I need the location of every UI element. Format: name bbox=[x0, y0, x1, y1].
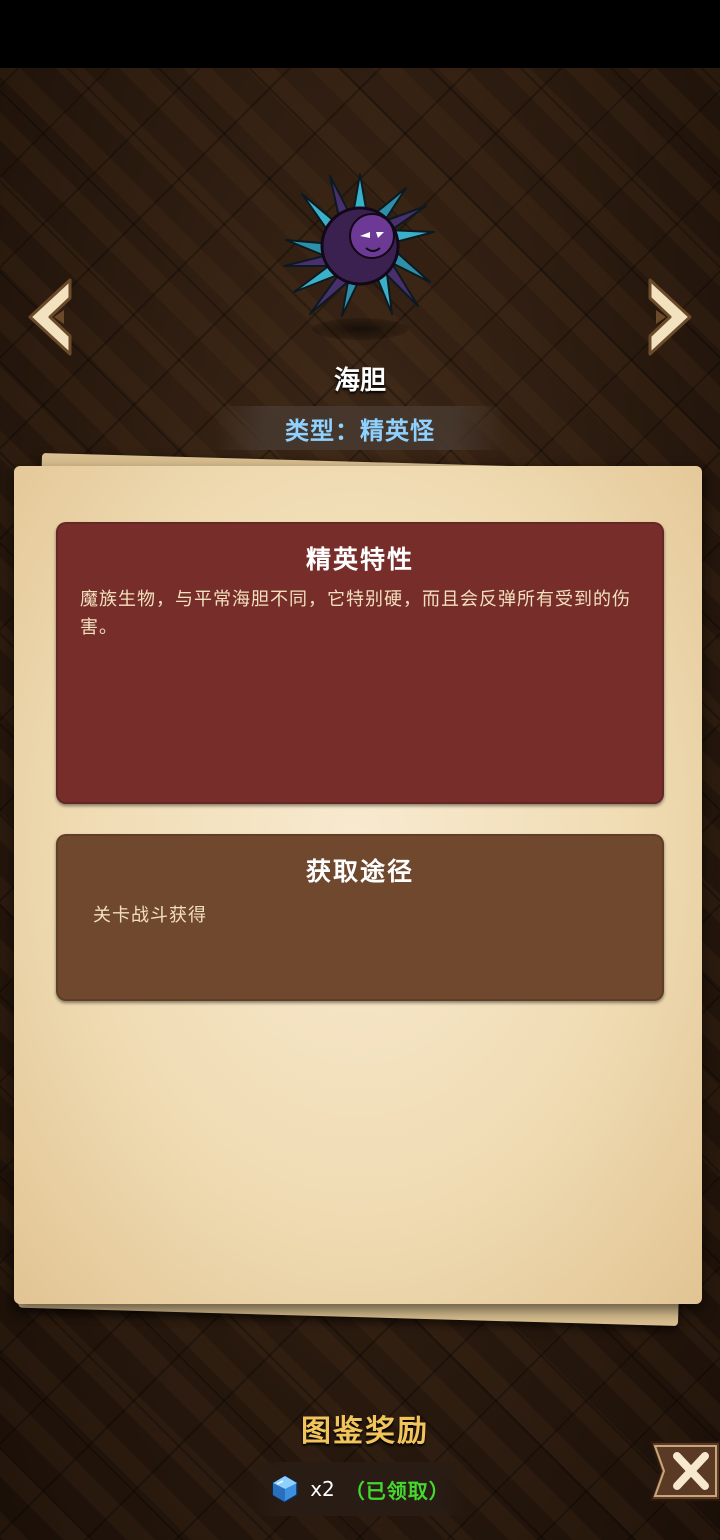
acquisition-title: 获取途径 bbox=[305, 857, 414, 886]
reward-count: x2 bbox=[310, 1477, 335, 1501]
monster-name: 海胆 bbox=[333, 366, 386, 396]
purple-sea-urchin-icon bbox=[283, 173, 435, 317]
next-monster-button[interactable] bbox=[636, 272, 700, 362]
reward-bar: x2 （已领取） bbox=[250, 1462, 470, 1516]
previous-monster-button[interactable] bbox=[20, 272, 84, 362]
elite-traits-description: 魔族生物，与平常海胆不同，它特别硬，而且会反弹所有受到的伤害。 bbox=[80, 589, 631, 638]
reward-claimed-status: （已领取） bbox=[344, 1478, 450, 1503]
close-button[interactable] bbox=[647, 1440, 720, 1502]
monster-shadow bbox=[312, 318, 408, 340]
elite-traits-title: 精英特性 bbox=[305, 545, 414, 574]
acquisition-panel: 获取途径 关卡战斗获得 bbox=[56, 834, 664, 1001]
reward-title: 图鉴奖励 bbox=[301, 1414, 429, 1449]
monster-portrait bbox=[280, 170, 440, 320]
blue-gem-icon bbox=[272, 1475, 298, 1503]
acquisition-description: 关卡战斗获得 bbox=[93, 905, 207, 926]
elite-traits-panel: 精英特性 魔族生物，与平常海胆不同，它特别硬，而且会反弹所有受到的伤害。 bbox=[56, 522, 664, 804]
close-x-icon bbox=[649, 1441, 720, 1501]
chevron-right-icon bbox=[648, 278, 692, 356]
monster-type-badge: 类型：精英怪 bbox=[215, 406, 505, 450]
status-bar bbox=[0, 0, 720, 68]
chevron-left-icon bbox=[28, 278, 72, 356]
